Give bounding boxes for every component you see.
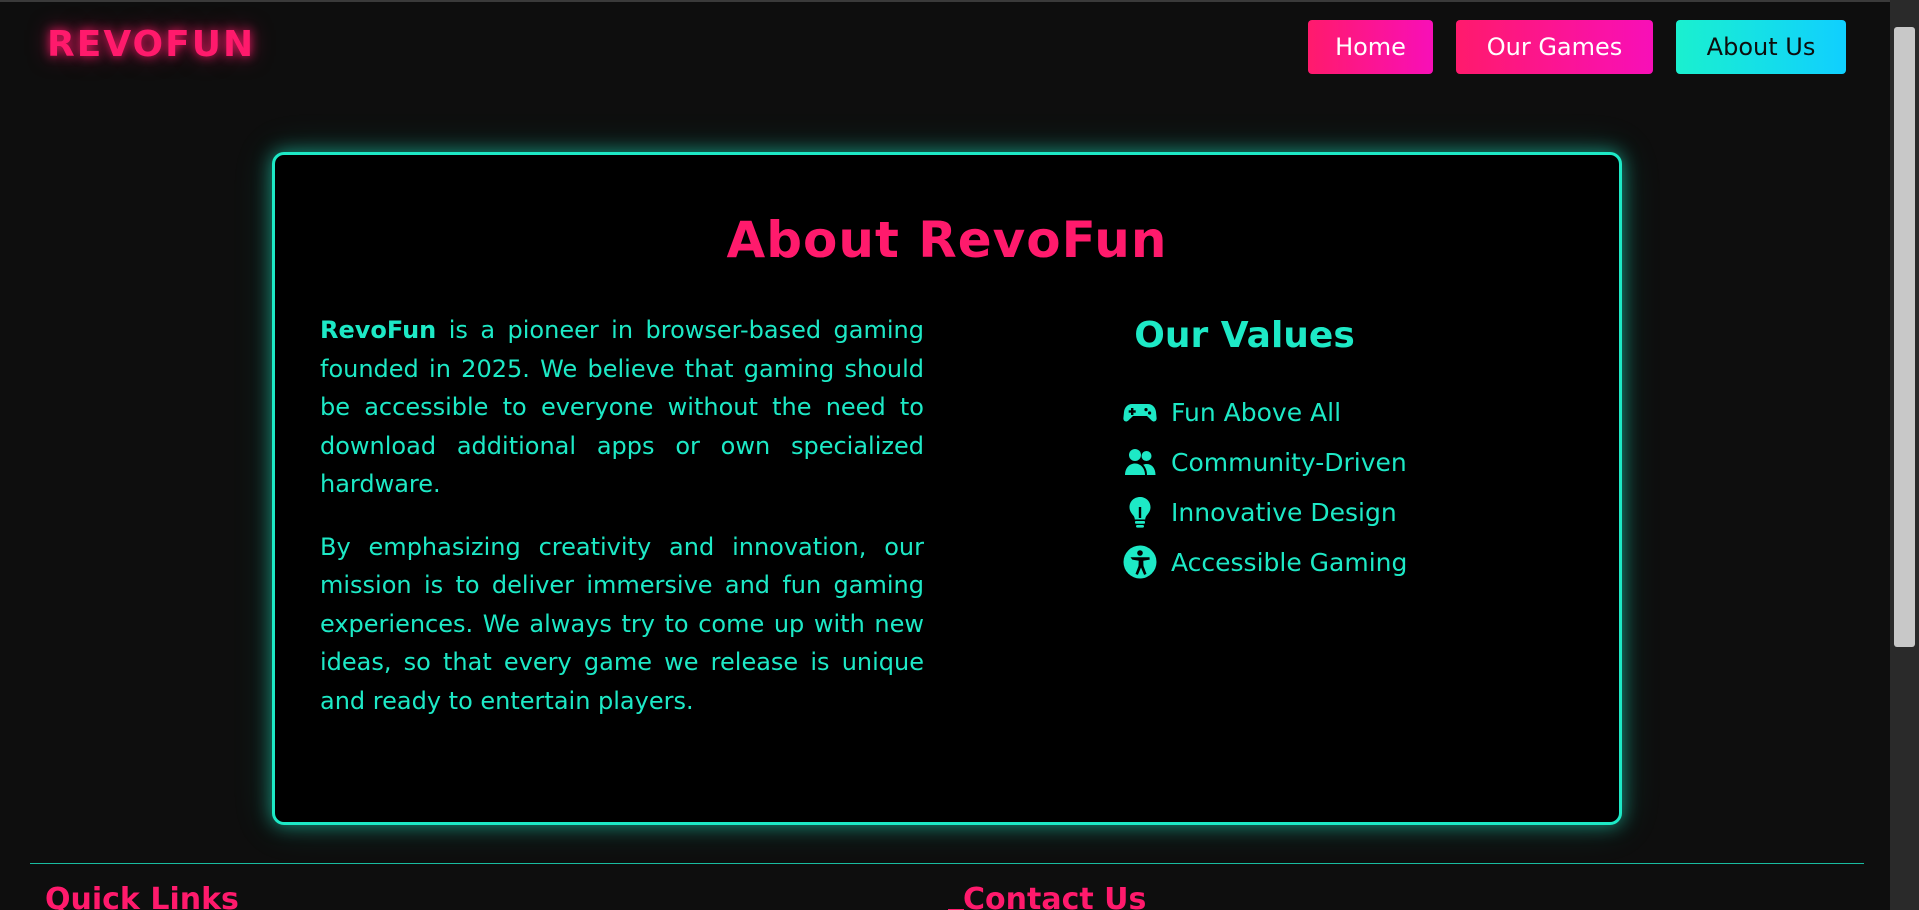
values-title: Our Values [1134,315,1355,356]
nav-about-us-button[interactable]: About Us [1676,20,1846,74]
about-card: About RevoFun RevoFun is a pioneer in br… [272,152,1622,825]
footer-contact-heading: Contact Us [963,882,1147,910]
value-label: Community-Driven [1171,447,1407,477]
value-label: Innovative Design [1171,497,1397,527]
gamepad-icon [1123,395,1157,429]
values-list: Fun Above All Community-Driven Innovativ… [1123,387,1407,587]
scrollbar-thumb[interactable] [1894,27,1915,647]
brand-name: RevoFun [320,316,437,344]
accessibility-icon [1123,545,1157,579]
about-paragraph-1: RevoFun is a pioneer in browser-based ga… [320,311,924,504]
value-label: Fun Above All [1171,397,1342,427]
site-header: REVOFUN Home Our Games About Us [0,0,1890,100]
about-paragraph-2: By emphasizing creativity and innovation… [320,532,924,715]
footer-quick-links-heading: Quick Links [45,882,239,910]
users-icon [1123,445,1157,479]
site-logo[interactable]: REVOFUN [47,24,255,65]
nav-home-button[interactable]: Home [1308,20,1433,74]
page-title: About RevoFun [726,211,1168,269]
lightbulb-icon [1123,495,1157,529]
about-description: RevoFun is a pioneer in browser-based ga… [320,311,924,744]
footer-divider [30,863,1864,864]
value-item-accessible: Accessible Gaming [1123,537,1407,587]
value-item-community: Community-Driven [1123,437,1407,487]
value-label: Accessible Gaming [1171,547,1408,577]
nav-our-games-button[interactable]: Our Games [1456,20,1653,74]
value-item-innovative: Innovative Design [1123,487,1407,537]
value-item-fun: Fun Above All [1123,387,1407,437]
